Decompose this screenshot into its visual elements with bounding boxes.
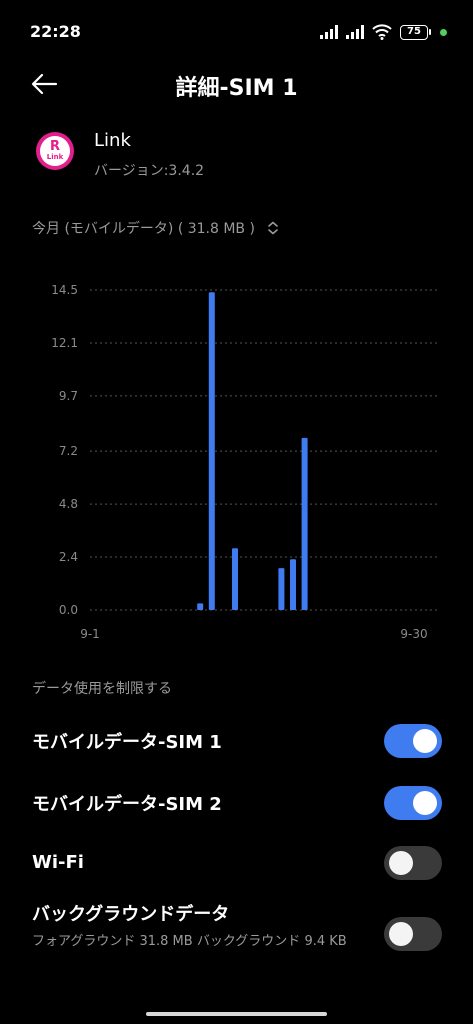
bar-day-13 <box>232 548 238 610</box>
row-sublabel: フォアグラウンド 31.8 MB バックグラウンド 9.4 KB <box>32 934 347 949</box>
page-title: 詳細-SIM 1 <box>175 76 298 101</box>
home-indicator <box>146 1012 327 1016</box>
y-tick-label: 9.7 <box>59 389 78 403</box>
bar-day-11 <box>208 292 215 610</box>
toggle-wifi[interactable] <box>384 846 442 880</box>
row-mobile-data-sim1: モバイルデータ-SIM 1 <box>32 722 442 762</box>
x-tick-label-start: 9-1 <box>80 627 100 641</box>
period-label: 今月 (モバイルデータ) ( 31.8 MB ) <box>32 221 255 237</box>
toggle-background-data[interactable] <box>384 917 442 951</box>
toggle-mobile-data-sim2[interactable] <box>384 786 442 820</box>
y-tick-label: 4.8 <box>59 497 78 511</box>
app-name: Link <box>94 130 131 151</box>
row-label: モバイルデータ-SIM 2 <box>32 794 222 815</box>
row-wifi: Wi-Fi <box>32 846 442 886</box>
app-icon-letter: R <box>49 139 60 154</box>
chart-svg: 14.5 12.1 9.7 7.2 4.8 2.4 0.09-1 9-30 <box>51 283 438 641</box>
row-background-data: バックグラウンドデータ フォアグラウンド 31.8 MB バックグラウンド 9.… <box>32 900 442 972</box>
app-version: バージョン:3.4.2 <box>94 163 205 179</box>
battery-icon: 75 <box>400 24 431 40</box>
app-icon: R Link <box>36 132 74 170</box>
privacy-indicator-dot <box>440 28 447 36</box>
y-tick-label: 14.5 <box>51 283 78 297</box>
bar-day-18 <box>290 559 296 610</box>
app-icon-sub: Link <box>46 153 64 161</box>
toggle-mobile-data-sim1[interactable] <box>384 724 442 758</box>
bar-day-19 <box>301 437 308 610</box>
signal-icon-sim1 <box>320 25 338 39</box>
x-tick-label-end: 9-30 <box>400 627 427 641</box>
y-tick-label: 0.0 <box>59 603 78 617</box>
toggle-knob <box>389 922 413 946</box>
status-time: 22:28 <box>30 22 81 41</box>
app-header: R Link Link バージョン:3.4.2 <box>32 126 452 186</box>
row-label: Wi-Fi <box>32 852 84 873</box>
y-tick-label: 12.1 <box>51 336 78 350</box>
limit-section-header: データ使用を制限する <box>32 681 172 697</box>
toggle-knob <box>389 851 413 875</box>
row-label: バックグラウンドデータ <box>32 904 230 925</box>
row-label: モバイルデータ-SIM 1 <box>32 732 222 753</box>
signal-icon-sim2 <box>346 25 364 39</box>
toggle-knob <box>413 729 437 753</box>
y-tick-label: 2.4 <box>59 550 78 564</box>
data-usage-chart: 14.5 12.1 9.7 7.2 4.8 2.4 0.0 9-1 9-30 <box>0 270 473 650</box>
expand-chevron-icon <box>268 221 278 235</box>
row-mobile-data-sim2: モバイルデータ-SIM 2 <box>32 784 442 824</box>
toggle-knob <box>413 791 437 815</box>
wifi-icon <box>372 24 392 40</box>
status-bar: 22:28 75 <box>0 0 473 62</box>
status-icons: 75 <box>320 22 447 42</box>
toolbar: 詳細-SIM 1 <box>0 62 473 108</box>
period-selector[interactable]: 今月 (モバイルデータ) ( 31.8 MB ) <box>32 218 279 238</box>
y-tick-label: 7.2 <box>59 444 78 458</box>
bar-day-17 <box>278 568 285 610</box>
bar-day-10 <box>197 603 204 610</box>
